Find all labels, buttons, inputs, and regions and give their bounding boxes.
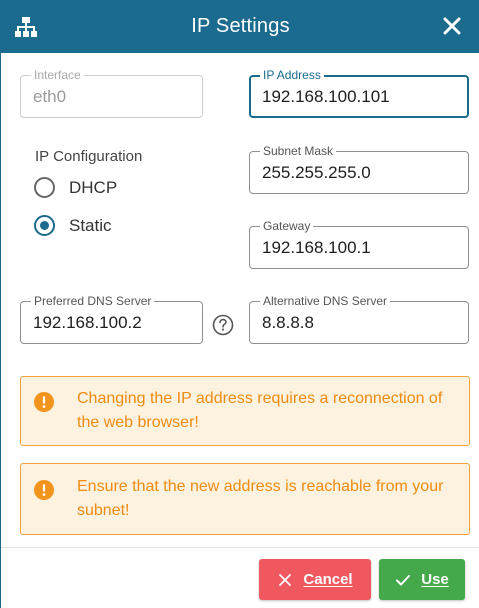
gateway-field[interactable]: Gateway xyxy=(249,219,469,269)
radio-dhcp-label: DHCP xyxy=(69,177,118,197)
dialog-title: IP Settings xyxy=(191,15,290,37)
alternative-dns-label: Alternative DNS Server xyxy=(260,294,391,308)
subnet-mask-input[interactable] xyxy=(262,163,458,183)
radio-dhcp-circle[interactable] xyxy=(34,177,55,198)
gateway-label: Gateway xyxy=(260,219,314,233)
check-icon xyxy=(396,574,411,585)
close-icon xyxy=(279,573,292,586)
preferred-dns-label: Preferred DNS Server xyxy=(31,294,155,308)
close-icon xyxy=(443,17,461,35)
alert-reconnect-text: Changing the IP address requires a recon… xyxy=(77,390,443,431)
use-button-label: Use xyxy=(421,571,449,588)
ip-address-input[interactable] xyxy=(262,87,456,107)
alternative-dns-input[interactable] xyxy=(262,313,458,333)
network-icon xyxy=(15,17,37,37)
alert-reconnect: Changing the IP address requires a recon… xyxy=(20,376,470,446)
ip-address-label: IP Address xyxy=(260,68,324,82)
question-circle-icon[interactable] xyxy=(212,314,234,336)
alternative-dns-field[interactable]: Alternative DNS Server xyxy=(249,294,469,344)
close-button[interactable] xyxy=(438,12,466,40)
gateway-input[interactable] xyxy=(262,238,458,258)
cancel-button[interactable]: Cancel xyxy=(259,559,371,600)
ip-settings-dialog: IP Settings Interface IP Address IP Conf… xyxy=(0,0,479,608)
radio-static[interactable]: Static xyxy=(34,215,112,236)
preferred-dns-field[interactable]: Preferred DNS Server xyxy=(20,294,203,344)
footer-divider xyxy=(1,547,479,548)
use-button[interactable]: Use xyxy=(379,559,465,600)
cancel-button-label: Cancel xyxy=(303,571,353,588)
ip-address-field[interactable]: IP Address xyxy=(249,68,469,118)
subnet-mask-label: Subnet Mask xyxy=(260,144,337,158)
subnet-mask-field[interactable]: Subnet Mask xyxy=(249,144,469,194)
preferred-dns-input[interactable] xyxy=(33,313,192,333)
interface-label: Interface xyxy=(31,68,84,82)
radio-static-circle[interactable] xyxy=(34,215,55,236)
radio-static-label: Static xyxy=(69,215,112,235)
alert-reachable: Ensure that the new address is reachable… xyxy=(20,463,470,535)
info-circle-icon xyxy=(34,480,54,500)
ip-configuration-label: IP Configuration xyxy=(35,148,143,165)
interface-input xyxy=(33,87,192,107)
interface-field: Interface xyxy=(20,68,203,118)
radio-dhcp[interactable]: DHCP xyxy=(34,177,117,198)
alert-reachable-text: Ensure that the new address is reachable… xyxy=(77,478,444,519)
dialog-titlebar: IP Settings xyxy=(1,0,479,53)
info-circle-icon xyxy=(34,392,54,412)
